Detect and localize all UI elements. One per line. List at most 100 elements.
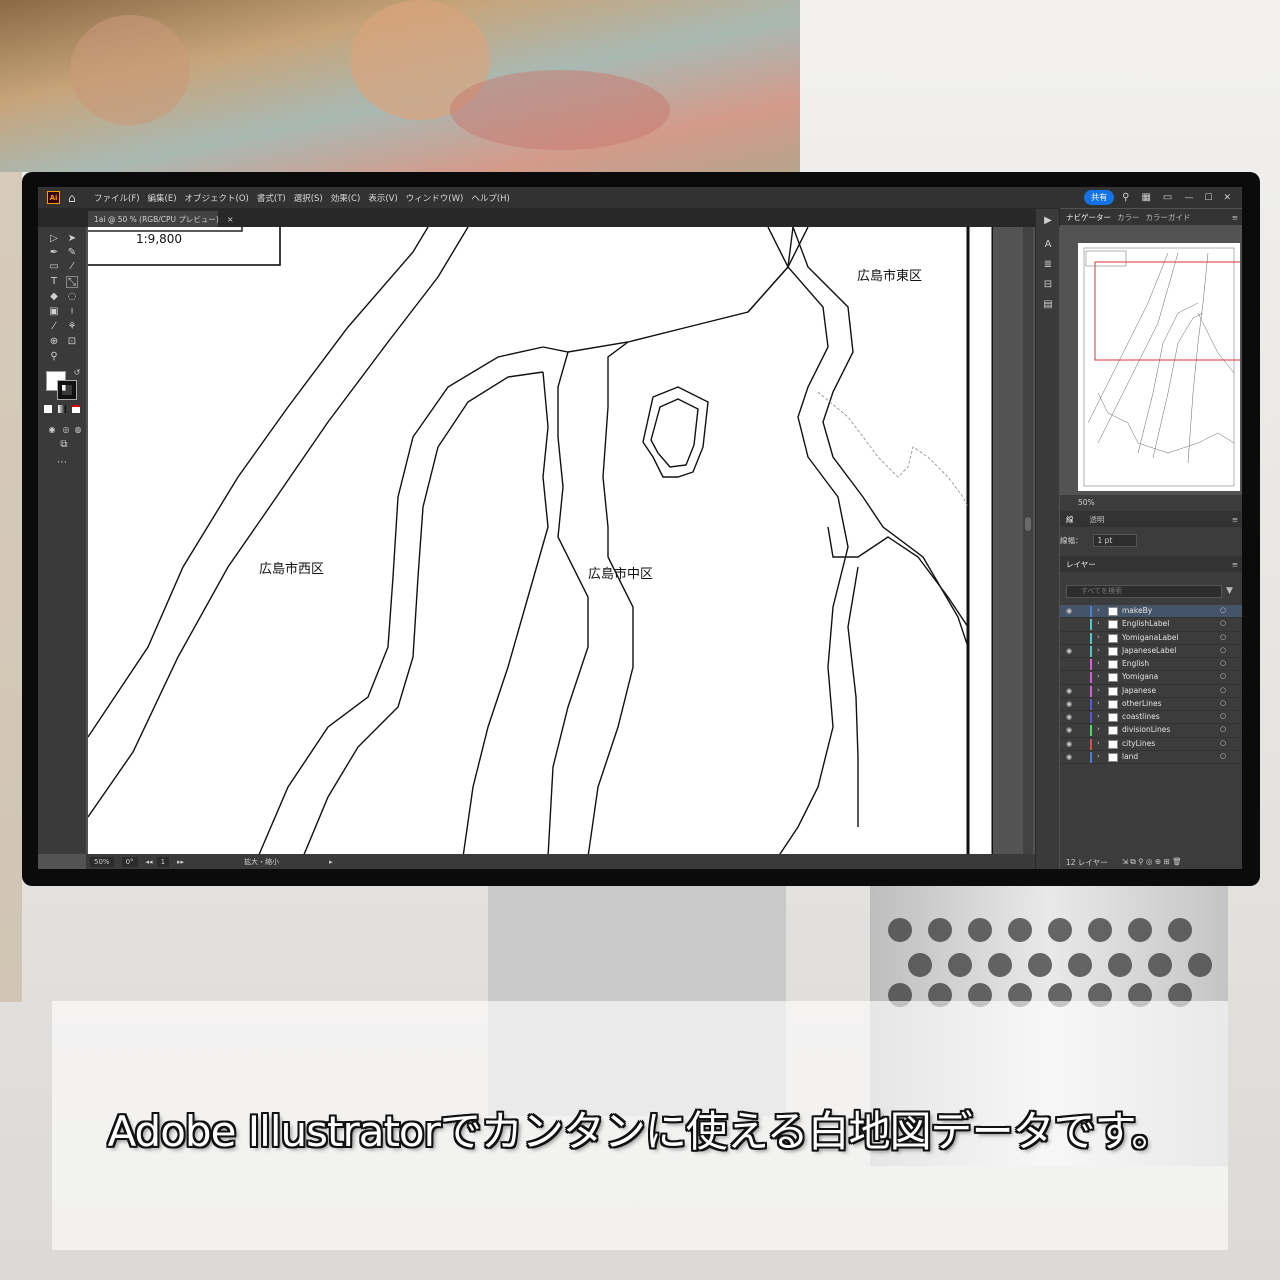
menu-file[interactable]: ファイル(F) [94,192,140,204]
rotation-field[interactable]: 0° [121,856,138,867]
expand-chevron-icon[interactable]: › [1097,606,1100,614]
draw-behind-icon[interactable]: ◎ [60,424,72,436]
layer-name[interactable]: YomiganaLabel [1122,633,1179,642]
layer-name[interactable]: cityLines [1122,739,1155,748]
visibility-eye-icon[interactable]: ◉ [1066,647,1072,655]
layer-target-icon[interactable]: ○ [1220,606,1226,614]
artboard-prev-icon[interactable]: ◂◂ [146,858,153,866]
visibility-eye-icon[interactable]: ◉ [1066,607,1072,615]
expand-chevron-icon[interactable]: › [1097,739,1100,747]
layer-row[interactable]: ◉ › otherLines ○ [1060,698,1242,711]
tab-color[interactable]: カラー [1117,212,1140,223]
pathfinder-panel-icon[interactable]: ▤ [1042,299,1054,311]
tab-navigator[interactable]: ナビゲーター [1066,212,1111,223]
curvature-tool-icon[interactable]: ✎ [66,247,78,259]
search-icon[interactable]: ⚲ [1122,192,1129,203]
visibility-eye-icon[interactable]: ◉ [1066,713,1072,721]
menu-effect[interactable]: 効果(C) [331,192,361,204]
none-mode-icon[interactable] [72,405,80,413]
menu-help[interactable]: ヘルプ(H) [471,192,510,204]
eyedropper-tool-icon[interactable]: ⁄ [48,321,60,333]
white-map-drawing[interactable] [88,227,993,854]
layer-name[interactable]: coastlines [1122,712,1160,721]
blend-tool-icon[interactable]: ⚘ [66,321,78,333]
filter-icon[interactable]: ▼ [1226,586,1233,596]
layer-target-icon[interactable]: ○ [1220,686,1226,694]
vertical-scrollbar[interactable] [1023,227,1033,854]
visibility-eye-icon[interactable]: ◉ [1066,753,1072,761]
navigator-zoom-value[interactable]: 50% [1078,498,1095,507]
minimize-icon[interactable]: — [1184,193,1193,203]
layer-row[interactable]: › EnglishLabel ○ [1060,618,1242,632]
layers-panel-menu-icon[interactable]: ≡ [1232,560,1238,569]
layer-target-icon[interactable]: ○ [1220,752,1226,760]
layer-target-icon[interactable]: ○ [1220,725,1226,733]
menu-select[interactable]: 選択(S) [294,192,323,204]
character-panel-icon[interactable]: A [1042,239,1054,251]
menu-object[interactable]: オブジェクト(O) [185,192,249,204]
visibility-eye-icon[interactable]: ◉ [1066,740,1072,748]
expand-chevron-icon[interactable]: › [1097,646,1100,654]
menu-type[interactable]: 書式(T) [257,192,286,204]
artboard-tool-icon[interactable]: ⊡ [66,336,78,348]
tab-color-guide[interactable]: カラーガイド [1146,212,1191,223]
selection-tool-icon[interactable]: ▷ [48,233,60,245]
draw-inside-icon[interactable]: ◍ [72,424,84,436]
layer-row[interactable]: › English ○ [1060,658,1242,672]
expand-chevron-icon[interactable]: › [1097,619,1100,627]
shape-builder-tool-icon[interactable]: ⊕ [48,336,60,348]
layer-row[interactable]: ◉ › cityLines ○ [1060,738,1242,751]
layer-name[interactable]: land [1122,752,1138,761]
layer-row[interactable]: ◉ › Japanese ○ [1060,685,1242,698]
layer-row[interactable]: ◉ › land ○ [1060,751,1242,764]
close-icon[interactable]: ✕ [1223,193,1231,203]
lasso-tool-icon[interactable]: ◌ [66,291,78,303]
paragraph-panel-icon[interactable]: ≣ [1042,259,1054,271]
menu-window[interactable]: ウィンドウ(W) [406,192,464,204]
scroll-thumb[interactable] [1025,517,1031,531]
expand-chevron-icon[interactable]: › [1097,659,1100,667]
layer-name[interactable]: JapaneseLabel [1122,646,1176,655]
direct-selection-tool-icon[interactable]: ➤ [66,233,78,245]
visibility-eye-icon[interactable]: ◉ [1066,700,1072,708]
layer-target-icon[interactable]: ○ [1220,659,1226,667]
gradient-mode-icon[interactable] [58,405,66,413]
tab-transparency[interactable]: 透明 [1090,514,1105,525]
document-tab[interactable]: 1ai @ 50 % (RGB/CPU プレビュー) × [88,211,234,227]
expand-chevron-icon[interactable]: › [1097,686,1100,694]
layer-target-icon[interactable]: ○ [1220,672,1226,680]
layer-target-icon[interactable]: ○ [1220,633,1226,641]
workspace-icon[interactable]: ▦ [1141,192,1150,203]
expand-panels-icon[interactable]: ▶ [1042,215,1054,227]
artboard-number-field[interactable]: 1 [156,856,170,867]
layer-row[interactable]: ◉ › JapaneseLabel ○ [1060,645,1242,658]
maximize-icon[interactable]: ☐ [1204,193,1212,203]
gradient-tool-icon[interactable]: ▣ [48,306,60,318]
layer-name[interactable]: Japanese [1122,686,1156,695]
align-panel-icon[interactable]: ⊟ [1042,279,1054,291]
status-arrow-icon[interactable]: ▸ [329,858,333,866]
menu-edit[interactable]: 編集(E) [148,192,177,204]
layer-row[interactable]: › Yomigana ○ [1060,671,1242,685]
navigator-thumbnail[interactable] [1078,243,1240,491]
pen-tool-icon[interactable]: ✒ [48,247,60,259]
expand-chevron-icon[interactable]: › [1097,699,1100,707]
arrange-documents-icon[interactable]: ▭ [1163,192,1172,203]
scale-tool-icon[interactable]: ⤡ [66,276,78,288]
layer-target-icon[interactable]: ○ [1220,739,1226,747]
visibility-eye-icon[interactable]: ◉ [1066,726,1072,734]
home-icon[interactable]: ⌂ [68,191,84,205]
layer-target-icon[interactable]: ○ [1220,619,1226,627]
rectangle-tool-icon[interactable]: ▭ [48,261,60,273]
layers-search-input[interactable]: すべてを検索 [1066,585,1222,598]
canvas-area[interactable]: 1:9,800 広島市東区 広島市西区 広島市中区 [86,227,1023,854]
stroke-weight-field[interactable]: 1 pt [1092,533,1137,547]
artboard-next-icon[interactable]: ▸▸ [177,858,184,866]
color-mode-icon[interactable] [44,405,52,413]
visibility-eye-icon[interactable]: ◉ [1066,687,1072,695]
layer-target-icon[interactable]: ○ [1220,712,1226,720]
screen-mode-icon[interactable]: ⧉ [58,439,70,451]
share-button[interactable]: 共有 [1084,190,1115,205]
swap-colors-icon[interactable]: ↺ [71,367,83,379]
eraser-tool-icon[interactable]: ◆ [48,291,60,303]
